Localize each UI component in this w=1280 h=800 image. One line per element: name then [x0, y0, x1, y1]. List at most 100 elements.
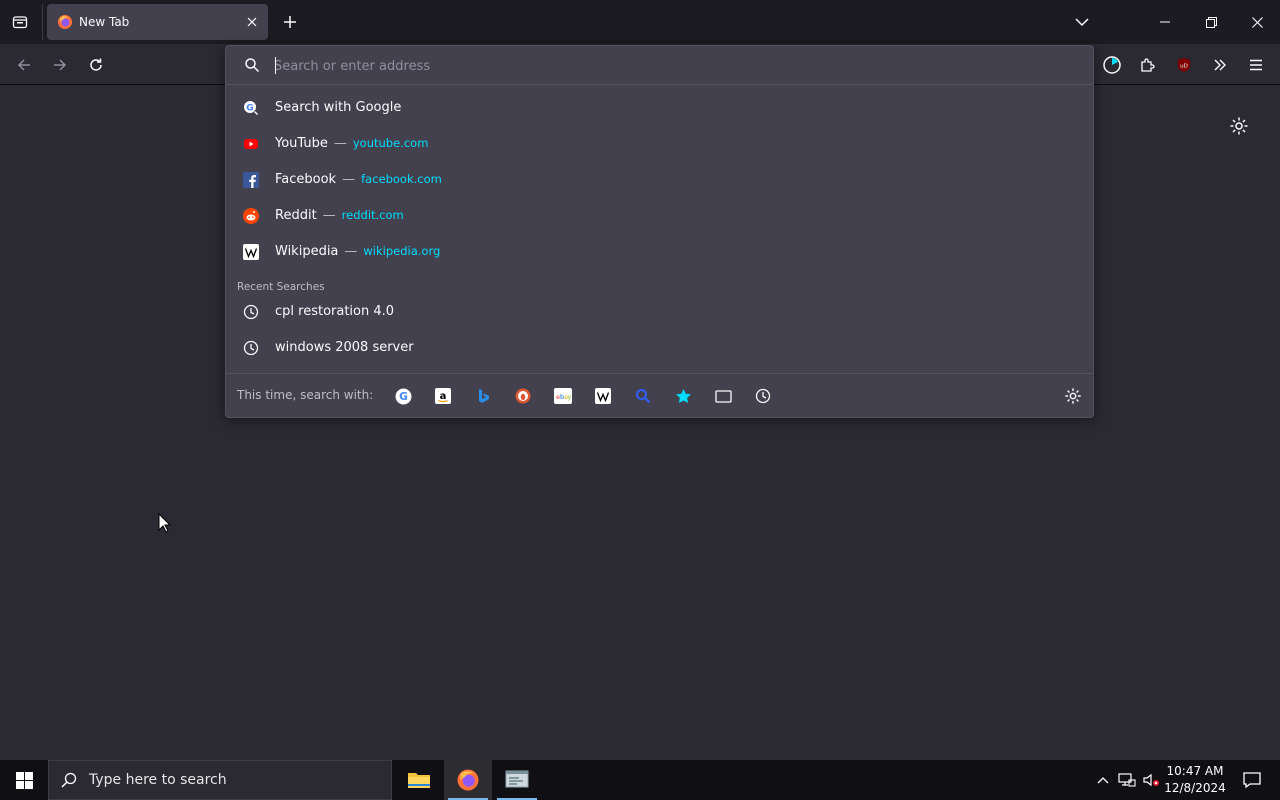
separator: — [342, 172, 356, 187]
engine-amazon-button[interactable]: a [433, 386, 453, 406]
one-off-search-bar: This time, search with: G a ebay [226, 373, 1093, 418]
tab-icon [714, 389, 732, 403]
result-url: youtube.com [352, 136, 429, 150]
search-icon [61, 772, 77, 788]
one-off-label: This time, search with: [237, 388, 374, 402]
desktop: New Tab uD Search or enter address G Sea… [0, 0, 1280, 800]
close-window-button[interactable] [1237, 8, 1277, 36]
result-title: Reddit [275, 208, 317, 223]
youtube-icon [244, 139, 258, 149]
more-tools-button[interactable] [1207, 52, 1233, 78]
bing-icon [479, 389, 489, 403]
firefox-view-icon [12, 16, 28, 29]
bookmarks-button[interactable] [673, 386, 693, 406]
urlbar-input[interactable] [274, 55, 1074, 77]
svg-text:G: G [399, 390, 408, 403]
engine-wikipedia-button[interactable] [593, 386, 613, 406]
reload-button[interactable] [83, 52, 109, 78]
recent-search-item[interactable]: windows 2008 server [232, 331, 1087, 365]
back-button[interactable] [11, 52, 37, 78]
engine-ebay-button[interactable]: ebay [553, 386, 573, 406]
svg-text:a: a [440, 391, 447, 402]
action-center-button[interactable] [1232, 760, 1272, 800]
result-title: YouTube [275, 136, 328, 151]
extensions-button[interactable] [1135, 52, 1161, 78]
recent-searches-label: Recent Searches [237, 281, 325, 293]
gear-icon[interactable] [1229, 116, 1249, 136]
tab-title: New Tab [79, 15, 130, 29]
result-title: cpl restoration 4.0 [275, 304, 395, 319]
svg-text:G: G [246, 104, 253, 114]
result-url: wikipedia.org [363, 244, 441, 258]
ebay-icon: ebay [554, 388, 572, 404]
reddit-icon [243, 208, 259, 224]
separator: — [322, 208, 336, 223]
urlbar-popup: G Search with Google YouTube — youtube.com… [225, 45, 1094, 418]
engine-google-button[interactable]: G [393, 386, 413, 406]
result-search-with-google[interactable]: G Search with Google [232, 91, 1087, 125]
result-youtube[interactable]: YouTube — youtube.com [232, 127, 1087, 161]
result-reddit[interactable]: Reddit — reddit.com [232, 199, 1087, 233]
result-facebook[interactable]: Facebook — facebook.com [232, 163, 1087, 197]
network-tray-button[interactable] [1116, 760, 1138, 800]
taskbar: Type here to search 10:47 AM 12/8/2024 [0, 760, 1280, 800]
result-title: Wikipedia [275, 244, 339, 259]
duckduckgo-icon [515, 388, 531, 404]
taskbar-search-box[interactable]: Type here to search [48, 760, 392, 800]
chevron-up-icon [1097, 777, 1109, 784]
tab-strip: New Tab [0, 0, 1280, 44]
ublock-button[interactable]: uD [1171, 52, 1197, 78]
result-url: reddit.com [341, 208, 404, 222]
new-tab-button[interactable] [278, 8, 302, 36]
taskbar-file-explorer[interactable] [395, 760, 443, 800]
tabs-button[interactable] [713, 386, 733, 406]
arrow-left-icon [17, 59, 30, 71]
app-menu-button[interactable] [1243, 52, 1269, 78]
start-button[interactable] [0, 760, 48, 800]
chevron-down-icon [1075, 18, 1089, 27]
svg-text:y: y [568, 393, 572, 401]
engine-search-button[interactable] [633, 386, 653, 406]
engine-duckduckgo-button[interactable] [513, 386, 533, 406]
search-icon [245, 58, 260, 73]
urlbar-input-row [226, 46, 1093, 85]
app-window-icon [505, 770, 529, 788]
taskbar-app-window[interactable] [493, 760, 541, 800]
firefox-icon [457, 769, 479, 791]
show-hidden-icons-button[interactable] [1094, 760, 1112, 800]
network-icon [1118, 773, 1136, 787]
history-icon [755, 388, 771, 404]
minimize-button[interactable] [1145, 8, 1185, 36]
engine-bing-button[interactable] [473, 386, 493, 406]
result-title: Facebook [275, 172, 337, 187]
restore-button[interactable] [1191, 8, 1231, 36]
tab-close-button[interactable] [244, 14, 260, 30]
restore-icon [1205, 16, 1217, 28]
text-caret [275, 57, 276, 74]
google-search-icon: G [244, 101, 258, 115]
ublock-icon: uD [1178, 58, 1190, 72]
list-all-tabs-button[interactable] [1070, 10, 1094, 34]
firefox-view-button[interactable] [6, 8, 34, 36]
timer-extension-button[interactable] [1099, 52, 1125, 78]
notification-icon [1243, 772, 1261, 789]
gear-icon[interactable] [1064, 387, 1082, 405]
taskbar-clock[interactable]: 10:47 AM 12/8/2024 [1158, 763, 1232, 797]
puzzle-icon [1141, 58, 1155, 72]
taskbar-search-placeholder: Type here to search [89, 772, 227, 788]
history-button[interactable] [753, 386, 773, 406]
windows-logo-icon [15, 771, 33, 789]
taskbar-firefox[interactable] [444, 760, 492, 800]
amazon-icon: a [435, 388, 451, 404]
star-icon [675, 388, 691, 403]
result-wikipedia[interactable]: Wikipedia — wikipedia.org [232, 235, 1087, 269]
facebook-icon [243, 172, 259, 188]
mouse-cursor-icon [158, 513, 172, 533]
tab-new-tab[interactable]: New Tab [47, 4, 268, 40]
recent-search-item[interactable]: cpl restoration 4.0 [232, 295, 1087, 329]
wikipedia-icon [595, 388, 611, 404]
forward-button[interactable] [47, 52, 73, 78]
google-icon: G [395, 388, 411, 404]
plus-icon [284, 16, 296, 28]
folder-icon [408, 773, 430, 788]
